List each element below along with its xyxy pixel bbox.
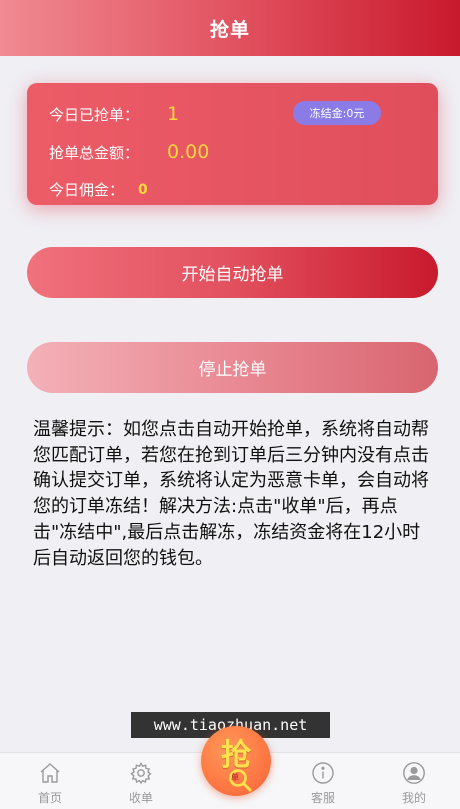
today-grabbed-label: 今日已抢单： xyxy=(49,105,140,124)
user-icon xyxy=(403,762,425,784)
tab-mine[interactable]: 我的 xyxy=(368,753,460,809)
tab-home-label: 首页 xyxy=(37,791,62,805)
today-grabbed-row: 今日已抢单： 1 xyxy=(49,103,179,125)
total-amount-value: 0.00 xyxy=(167,141,210,163)
total-amount-label: 抢单总金额： xyxy=(49,143,140,162)
tab-service[interactable]: 客服 xyxy=(277,753,369,809)
tab-mine-label: 我的 xyxy=(401,791,426,805)
today-commission-row: 今日佣金： 0 xyxy=(49,179,148,200)
home-icon xyxy=(40,763,60,783)
tab-orders[interactable]: 收单 xyxy=(95,753,187,809)
stats-card: 今日已抢单： 1 抢单总金额： 0.00 今日佣金： 0 冻结金:0元 xyxy=(27,83,438,205)
today-grabbed-value: 1 xyxy=(167,103,180,125)
today-commission-value: 0 xyxy=(138,181,148,198)
tab-service-label: 客服 xyxy=(310,791,335,805)
frozen-amount-badge[interactable]: 冻结金:0元 xyxy=(293,101,381,125)
grab-order-fab[interactable]: 抢 单 xyxy=(201,726,271,796)
app-root: 抢单 今日已抢单： 1 抢单总金额： 0.00 今日佣金： 0 冻结金:0元 开… xyxy=(0,0,460,809)
stop-grab-button[interactable]: 停止抢单 xyxy=(27,342,438,393)
page-title: 抢单 xyxy=(209,18,250,41)
today-commission-label: 今日佣金： xyxy=(49,181,125,199)
total-amount-row: 抢单总金额： 0.00 xyxy=(49,141,209,163)
tab-orders-label: 收单 xyxy=(128,791,153,805)
start-auto-grab-button[interactable]: 开始自动抢单 xyxy=(27,247,438,298)
header-bar: 抢单 xyxy=(0,0,460,56)
notice-text: 温馨提示：如您点击自动开始抢单，系统将自动帮您匹配订单，若您在抢到订单后三分钟内… xyxy=(33,419,429,569)
gear-icon xyxy=(130,762,152,785)
tab-home[interactable]: 首页 xyxy=(4,753,96,809)
grab-fab-subchar: 单 xyxy=(231,773,239,782)
info-icon xyxy=(312,762,334,784)
